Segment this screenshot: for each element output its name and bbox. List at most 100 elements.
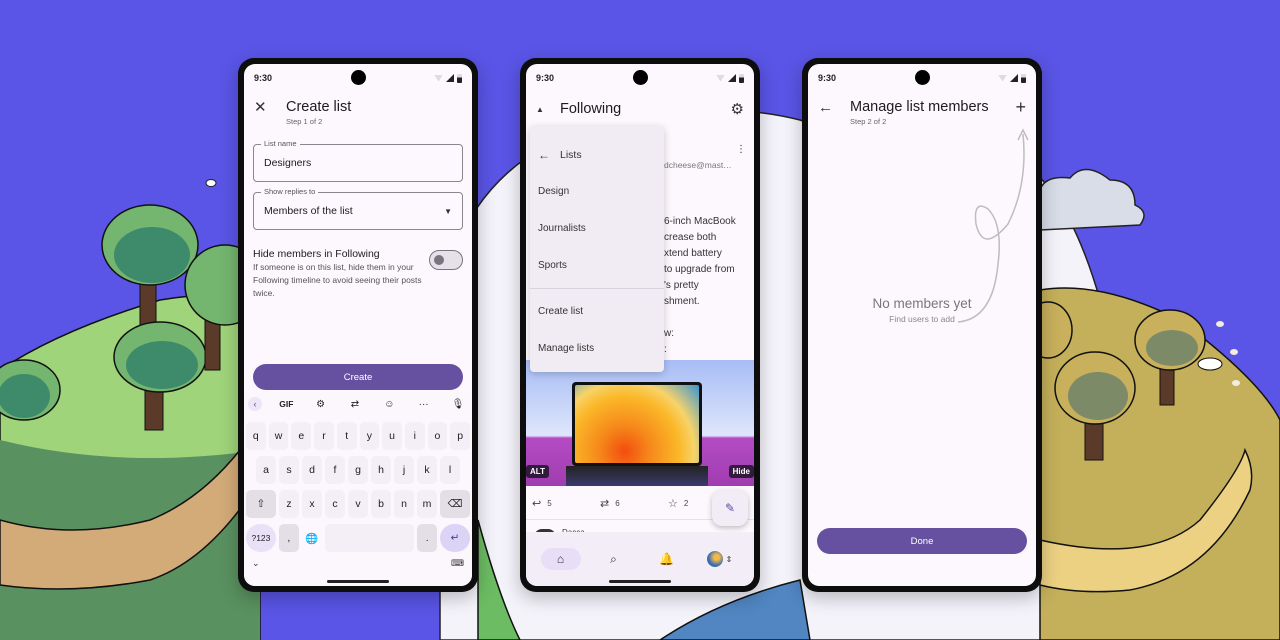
done-button[interactable]: Done [817,528,1027,554]
account-switcher[interactable]: ⇕ [700,548,740,570]
home-icon[interactable]: ⌂ [540,548,581,570]
key[interactable]: h [371,456,391,484]
key[interactable]: e [291,422,312,450]
key[interactable]: v [348,490,368,518]
menu-item-list[interactable]: Sports [530,247,664,284]
keyboard-row-4: ?123 , 🌐 . ↵ [244,524,472,552]
back-icon[interactable]: ‹ [248,397,262,411]
lists-menu-header[interactable]: ← Lists [530,136,664,173]
notifications-icon[interactable]: 🔔 [647,548,687,570]
mic-icon[interactable]: 🎙 [448,399,468,410]
back-arrow-icon[interactable]: ← [818,98,838,118]
camera-cutout [632,70,648,85]
key[interactable]: m [417,490,437,518]
menu-item-manage-lists[interactable]: Manage lists [530,330,664,367]
laptop-image [572,382,702,466]
key[interactable]: r [314,422,334,450]
alt-text-badge[interactable]: ALT [526,465,549,478]
gif-button[interactable]: GIF [276,399,296,409]
key[interactable]: u [382,422,402,450]
key[interactable]: t [336,422,357,450]
key[interactable]: g [348,456,368,484]
key[interactable]: a [256,456,276,484]
phone-create-list: 9:30 ✕ Create list Step 1 of 2 List name… [238,58,478,592]
key[interactable]: x [302,490,322,518]
step-indicator: Step 1 of 2 [286,117,323,126]
menu-item-list[interactable]: Design [530,173,664,210]
page-title: Manage list members [850,99,989,115]
key[interactable]: k [417,456,437,484]
backspace-key-icon[interactable]: ⌫ [440,490,470,518]
key[interactable]: s [279,456,299,484]
translate-icon[interactable]: ⇄ [345,399,365,410]
wifi-icon [434,74,443,82]
key[interactable]: z [279,490,299,518]
boost-icon: ⇄ [600,498,610,510]
signal-icon [446,74,454,82]
more-vert-icon[interactable]: ⋮ [736,144,746,155]
key[interactable]: l [440,456,460,484]
post-media-image[interactable]: ALT Hide [526,360,754,486]
reply-count: 5 [547,499,552,508]
create-button[interactable]: Create [253,364,463,390]
key[interactable]: o [427,422,448,450]
avatar [706,551,723,567]
space-key[interactable] [324,524,415,552]
symbols-key[interactable]: ?123 [246,524,276,552]
more-icon[interactable]: ··· [414,399,434,410]
menu-item-list[interactable]: Journalists [530,210,664,247]
phone-manage-members: 9:30 ← Manage list members Step 2 of 2 +… [802,58,1042,592]
key[interactable]: q [245,422,266,450]
key[interactable]: n [394,490,414,518]
key[interactable]: f [325,456,345,484]
add-icon[interactable]: + [1015,98,1026,116]
boost-count: 6 [615,499,620,508]
comma-key[interactable]: , [278,524,299,552]
reply-icon: ↩ [532,498,542,510]
reply-button[interactable]: ↩ 5 [532,497,600,510]
home-indicator[interactable] [327,580,389,583]
keyboard-toolbar: ‹ GIF ⚙ ⇄ ☺ ··· 🎙 [244,392,472,416]
keyboard-row-2: a s d f g h j k l [244,456,472,484]
close-icon[interactable]: ✕ [254,98,274,118]
hide-members-title: Hide members in Following [253,248,380,260]
camera-cutout [350,70,366,85]
gear-icon[interactable]: ⚙ [731,100,744,118]
globe-icon[interactable]: 🌐 [302,524,322,552]
signal-icon [728,74,736,82]
settings-icon[interactable]: ⚙ [311,399,331,410]
key[interactable]: i [404,422,425,450]
collapse-arrow-icon[interactable]: ▲ [536,105,560,114]
empty-state-title: No members yet [872,296,972,311]
step-indicator: Step 2 of 2 [850,117,887,126]
key[interactable]: w [268,422,289,450]
home-indicator[interactable] [609,580,671,583]
hide-keyboard-icon[interactable]: ⌄ [252,558,260,569]
keyboard-switch-icon[interactable]: ⌨ [451,558,464,569]
menu-item-create-list[interactable]: Create list [530,293,664,330]
phone-following: 9:30 ▲ Following ⚙ ⋮ dcheese@mast… 6-inc… [520,58,760,592]
timeline-selector[interactable]: Following [560,101,731,117]
period-key[interactable]: . [417,524,438,552]
key[interactable]: y [359,422,380,450]
show-replies-label: Show replies to [261,187,319,196]
sticker-icon[interactable]: ☺ [379,399,399,410]
enter-key-icon[interactable]: ↵ [440,524,471,552]
hide-members-toggle[interactable] [429,250,463,270]
hide-media-button[interactable]: Hide [728,465,754,478]
key[interactable]: c [325,490,345,518]
show-replies-select[interactable]: Show replies to Members of the list ▼ [253,187,463,230]
back-arrow-icon: ← [538,147,550,162]
list-name-field[interactable]: List name Designers [253,139,463,182]
keyboard-row-1: q w e r t y u i o p [244,422,472,450]
compose-button[interactable]: ✎ [712,490,748,526]
key[interactable]: b [371,490,391,518]
boost-button[interactable]: ⇄ 6 [600,497,668,510]
search-icon[interactable]: ⌕ [594,548,634,570]
wifi-icon [716,74,725,82]
key[interactable]: d [302,456,322,484]
key[interactable]: p [450,422,471,450]
key[interactable]: j [394,456,414,484]
post-content: 6-inch MacBook crease both xtend battery… [664,216,736,355]
shift-key-icon[interactable]: ⇧ [246,490,276,518]
